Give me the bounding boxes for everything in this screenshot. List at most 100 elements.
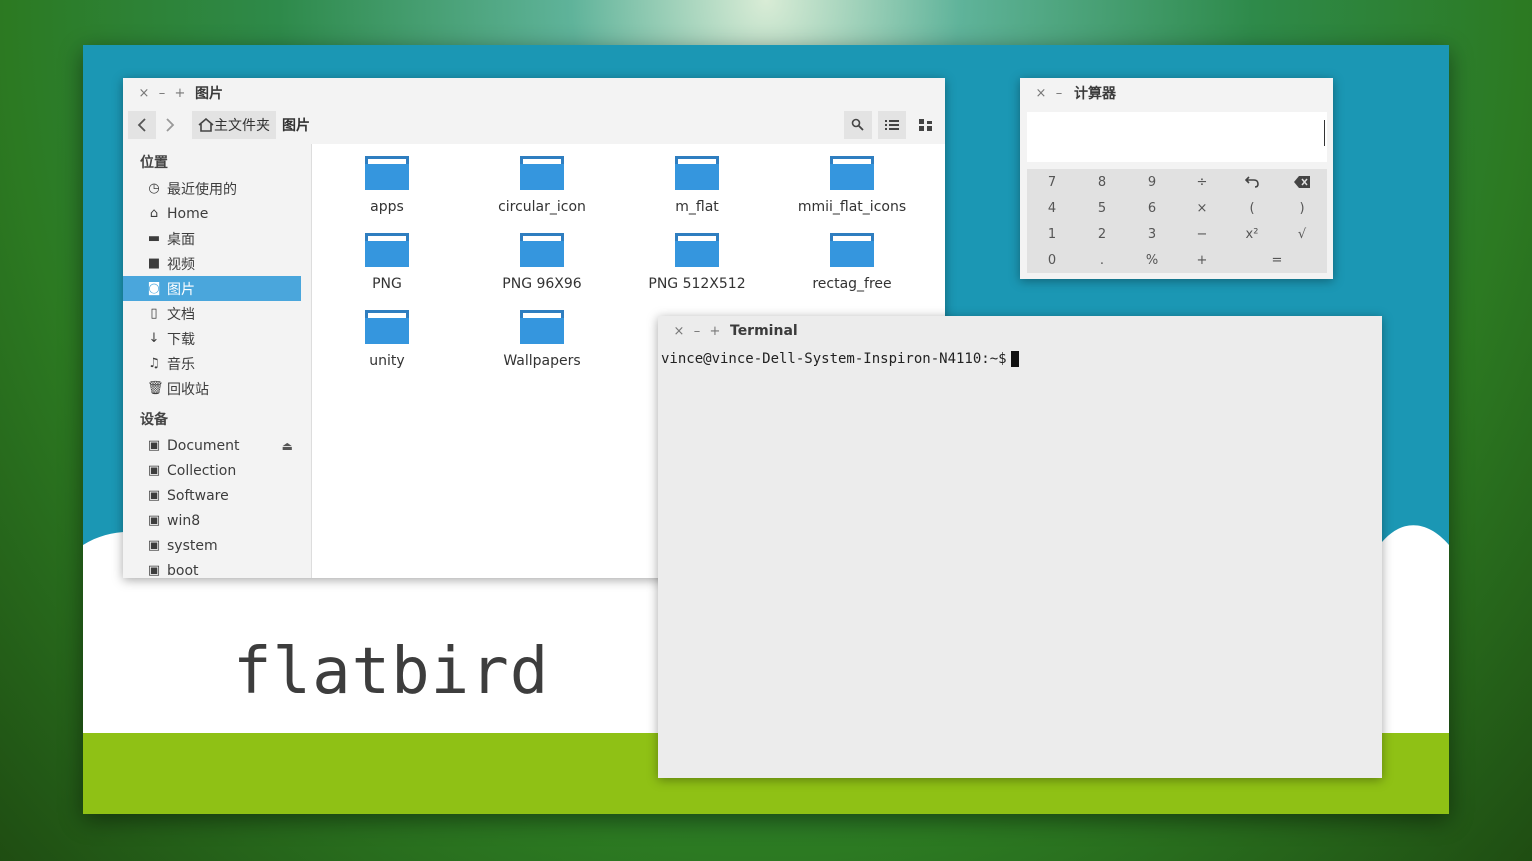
- maximize-button[interactable]: +: [706, 324, 724, 339]
- grid-view-button[interactable]: [912, 111, 940, 139]
- minimize-button[interactable]: –: [688, 324, 706, 339]
- drive-icon: ▣: [147, 563, 161, 578]
- folder-name: unity: [369, 353, 405, 369]
- key-2[interactable]: 2: [1077, 221, 1127, 247]
- key-9[interactable]: 9: [1127, 169, 1177, 195]
- sidebar-item-device[interactable]: ▣ Collection: [123, 458, 301, 483]
- sidebar-item-device[interactable]: ▣ system: [123, 533, 301, 558]
- sidebar-item-trash[interactable]: 🗑 回收站: [123, 376, 301, 401]
- minimize-button[interactable]: –: [1050, 86, 1068, 101]
- folder-name: apps: [370, 199, 404, 215]
- text-cursor: [1324, 120, 1325, 146]
- folder-name: PNG 512X512: [648, 276, 746, 292]
- folder-item[interactable]: PNG 512X512: [622, 233, 772, 292]
- folder-item[interactable]: apps: [312, 156, 462, 215]
- sidebar-item-label: boot: [167, 562, 199, 579]
- window-title: 计算器: [1074, 86, 1116, 102]
- key-divide[interactable]: ÷: [1177, 169, 1227, 195]
- sidebar-item-device[interactable]: ▣ Document ⏏: [123, 433, 301, 458]
- file-manager-toolbar: 主文件夹 图片: [123, 108, 945, 142]
- key-1[interactable]: 1: [1027, 221, 1077, 247]
- search-button[interactable]: [844, 111, 872, 139]
- key-percent[interactable]: %: [1127, 247, 1177, 273]
- list-view-button[interactable]: [878, 111, 906, 139]
- terminal-window: × – + Terminal vince@vince-Dell-System-I…: [658, 316, 1382, 778]
- folder-icon: [520, 233, 564, 267]
- folder-icon: [365, 310, 409, 344]
- chevron-left-icon: [137, 118, 146, 132]
- forward-button[interactable]: [156, 111, 184, 139]
- folder-icon: [830, 156, 874, 190]
- file-manager-titlebar[interactable]: × – + 图片: [123, 78, 945, 108]
- sidebar-item-home[interactable]: ⌂ Home: [123, 201, 301, 226]
- sidebar-item-desktop[interactable]: ▬ 桌面: [123, 226, 301, 251]
- close-button[interactable]: ×: [670, 324, 688, 339]
- calculator-titlebar[interactable]: × – 计算器: [1020, 78, 1333, 108]
- key-5[interactable]: 5: [1077, 195, 1127, 221]
- breadcrumb-current[interactable]: 图片: [276, 111, 316, 139]
- key-close-paren[interactable]: ): [1277, 195, 1327, 221]
- trash-icon: 🗑: [147, 381, 164, 396]
- chevron-right-icon: [166, 118, 175, 132]
- sidebar-item-label: 最近使用的: [167, 181, 237, 198]
- key-0[interactable]: 0: [1027, 247, 1077, 273]
- terminal-prompt-line[interactable]: vince@vince-Dell-System-Inspiron-N4110:~…: [658, 346, 1382, 372]
- key-subtract[interactable]: −: [1177, 221, 1227, 247]
- folder-name: PNG 96X96: [502, 276, 582, 292]
- sidebar-item-downloads[interactable]: ↓ 下载: [123, 326, 301, 351]
- backspace-button[interactable]: [1277, 169, 1327, 195]
- folder-icon: ▬: [147, 231, 161, 246]
- folder-item[interactable]: mmii_flat_icons: [777, 156, 927, 215]
- sidebar-item-label: Home: [167, 205, 209, 222]
- sidebar-item-label: 音乐: [167, 356, 195, 373]
- folder-item[interactable]: circular_icon: [467, 156, 617, 215]
- key-open-paren[interactable]: (: [1227, 195, 1277, 221]
- key-square[interactable]: x²: [1227, 221, 1277, 247]
- folder-item[interactable]: unity: [312, 310, 462, 369]
- sidebar-item-device[interactable]: ▣ win8: [123, 508, 301, 533]
- key-7[interactable]: 7: [1027, 169, 1077, 195]
- key-multiply[interactable]: ×: [1177, 195, 1227, 221]
- folder-item[interactable]: rectag_free: [777, 233, 927, 292]
- clock-icon: ◷: [148, 181, 160, 196]
- key-add[interactable]: +: [1177, 247, 1227, 273]
- sidebar-item-device[interactable]: ▣ Software: [123, 483, 301, 508]
- sidebar-item-device[interactable]: ▣ boot: [123, 558, 301, 579]
- sidebar-item-label: 桌面: [167, 231, 195, 248]
- folder-item[interactable]: PNG 96X96: [467, 233, 617, 292]
- folder-name: mmii_flat_icons: [797, 199, 907, 215]
- grid-view-icon: [919, 119, 932, 131]
- home-icon: [198, 118, 214, 132]
- devices-header: 设备: [140, 412, 168, 428]
- terminal-titlebar[interactable]: × – + Terminal: [658, 316, 1382, 346]
- breadcrumb-home[interactable]: 主文件夹: [192, 111, 276, 139]
- key-equals[interactable]: =: [1227, 247, 1327, 273]
- undo-button[interactable]: [1227, 169, 1277, 195]
- drive-icon: ▣: [147, 513, 161, 528]
- sidebar-item-recent[interactable]: ◷ 最近使用的: [123, 176, 301, 201]
- folder-item[interactable]: PNG: [312, 233, 462, 292]
- close-button[interactable]: ×: [1032, 86, 1050, 101]
- close-button[interactable]: ×: [135, 86, 153, 101]
- sidebar-item-pictures[interactable]: ◙ 图片: [123, 276, 301, 301]
- key-6[interactable]: 6: [1127, 195, 1177, 221]
- key-8[interactable]: 8: [1077, 169, 1127, 195]
- download-icon: ↓: [148, 331, 160, 346]
- folder-item[interactable]: Wallpapers: [467, 310, 617, 369]
- back-button[interactable]: [128, 111, 156, 139]
- sidebar-item-music[interactable]: ♫ 音乐: [123, 351, 301, 376]
- folder-item[interactable]: m_flat: [622, 156, 772, 215]
- sidebar-item-documents[interactable]: ▯ 文档: [123, 301, 301, 326]
- sidebar-item-videos[interactable]: ■ 视频: [123, 251, 301, 276]
- key-decimal[interactable]: .: [1077, 247, 1127, 273]
- key-sqrt[interactable]: √: [1277, 221, 1327, 247]
- eject-icon[interactable]: ⏏: [282, 439, 293, 453]
- maximize-button[interactable]: +: [171, 86, 189, 101]
- drive-icon: ▣: [147, 438, 161, 453]
- folder-name: m_flat: [675, 199, 719, 215]
- minimize-button[interactable]: –: [153, 86, 171, 101]
- key-3[interactable]: 3: [1127, 221, 1177, 247]
- key-4[interactable]: 4: [1027, 195, 1077, 221]
- calculator-display[interactable]: [1027, 112, 1327, 162]
- sidebar-item-label: win8: [167, 512, 201, 529]
